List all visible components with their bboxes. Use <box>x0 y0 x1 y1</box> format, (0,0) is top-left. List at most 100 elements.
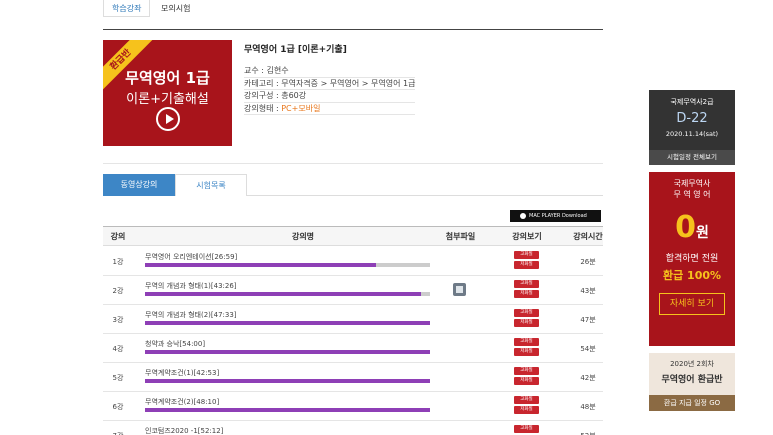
table-row: 6강 무역계약조건(2)[48:10] 고화질저화질 48분 <box>103 392 603 421</box>
table-row: 4강 청약과 승낙[54:00] 고화질저화질 54분 <box>103 334 603 363</box>
lecture-name[interactable]: 무역계약조건(2)[48:10] <box>145 397 219 407</box>
lecture-name[interactable]: 인코텀즈2020 -1[52:12] <box>145 426 223 435</box>
refund-won: 원 <box>695 225 709 241</box>
mac-player-download-button[interactable]: MAC PLAYER Download <box>510 210 601 222</box>
top-tabs: 학습강좌 모의시험 <box>103 0 603 30</box>
course-format-label: 강의형태 : <box>244 103 282 113</box>
play-icon[interactable] <box>156 107 180 131</box>
progress-fill <box>145 408 430 412</box>
view-lq-button[interactable]: 저화질 <box>514 377 539 385</box>
view-lq-button[interactable]: 저화질 <box>514 406 539 414</box>
exam-dday: D-22 <box>676 111 708 126</box>
lecture-name[interactable]: 무역계약조건(1)[42:53] <box>145 368 219 378</box>
tab-mock-exam[interactable]: 모의시험 <box>153 0 198 17</box>
header-duration: 강의시간 <box>573 232 603 241</box>
view-hq-button[interactable]: 고화질 <box>514 309 539 317</box>
apple-icon <box>520 212 526 219</box>
lecture-duration: 26분 <box>580 258 596 266</box>
refund-line3: 합격하면 전원 <box>665 254 719 264</box>
lecture-duration: 52분 <box>573 431 603 435</box>
table-row: 3강 무역의 개념과 형태(2)[47:33] 고화질저화질 47분 <box>103 305 603 334</box>
lecture-name[interactable]: 청약과 승낙[54:00] <box>145 339 205 349</box>
refund-detail-button[interactable]: 자세히 보기 <box>659 293 725 315</box>
lecture-duration: 43분 <box>580 287 596 295</box>
refund-schedule-button[interactable]: 환급 지급 일정 GO <box>649 395 735 411</box>
exam-dday-banner[interactable]: 국제무역사2급 D-22 2020.11.14(sat) 시험일정 전체보기 <box>649 90 735 165</box>
course-thumbnail[interactable]: 환급반 무역영어 1급 이론+기출해설 <box>103 40 232 146</box>
lecture-number: 7강 <box>103 431 133 435</box>
lecture-number: 6강 <box>112 403 124 411</box>
content-tabs: 동영상강의 시험목록 <box>103 174 603 196</box>
view-hq-button[interactable]: 고화질 <box>514 251 539 259</box>
refund-banner[interactable]: 국제무역사무 역 영 어 0원 합격하면 전원 환급 100% 자세히 보기 <box>649 172 735 346</box>
course-composition: 강의구성 : 총60강 <box>244 90 416 103</box>
view-lq-button[interactable]: 저화질 <box>514 319 539 327</box>
thumbnail-title: 무역영어 1급 <box>125 69 210 87</box>
view-hq-button[interactable]: 고화질 <box>514 396 539 404</box>
tab-video-lectures[interactable]: 동영상강의 <box>103 174 175 196</box>
lecture-name[interactable]: 무역의 개념과 형태(2)[47:33] <box>145 310 237 320</box>
progress-bar <box>145 263 430 267</box>
course-format: 강의형태 : PC+모바일 <box>244 103 416 115</box>
lecture-duration: 42분 <box>580 374 596 382</box>
tab-lectures[interactable]: 학습강좌 <box>103 0 151 17</box>
table-row: 1강 무역영어 오리엔테이션[26:59] 고화질저화질 26분 <box>103 247 603 276</box>
header-lecture-name: 강의명 <box>291 232 315 241</box>
tab-exam-list[interactable]: 시험목록 <box>175 174 247 196</box>
view-hq-button[interactable]: 고화질 <box>514 367 539 375</box>
thumbnail-subtitle: 이론+기출해설 <box>126 92 209 107</box>
lecture-name[interactable]: 무역영어 오리엔테이션[26:59] <box>145 252 237 262</box>
table-row: 5강 무역계약조건(1)[42:53] 고화질저화질 42분 <box>103 363 603 392</box>
table-header: 강의 강의명 첨부파일 강의보기 강의시간 <box>103 226 603 246</box>
progress-fill <box>145 321 430 325</box>
lecture-number: 5강 <box>112 374 124 382</box>
view-hq-button[interactable]: 고화질 <box>514 338 539 346</box>
course-info: 무역영어 1급 [이론+기출] 교수 : 김현수 카테고리 : 무역자격증 > … <box>244 42 416 115</box>
course-teacher: 교수 : 김현수 <box>244 65 416 78</box>
lecture-number: 4강 <box>112 345 124 353</box>
lecture-list: 1강 무역영어 오리엔테이션[26:59] 고화질 저화질 26분 2강 무역의 개념과 형… <box>103 247 603 435</box>
progress-bar <box>145 321 430 325</box>
refund-round-banner[interactable]: 2020년 2회차 무역영어 환급반 환급 지급 일정 GO <box>649 353 735 411</box>
course-category: 카테고리 : 무역자격증 > 무역영어 > 무역영어 1급 <box>244 78 416 90</box>
round-line1: 2020년 2회차 <box>670 360 714 368</box>
lecture-name[interactable]: 무역의 개념과 형태(1)[43:26] <box>145 281 237 291</box>
lecture-number: 3강 <box>112 316 124 324</box>
exam-schedule-link[interactable]: 시험일정 전체보기 <box>649 150 735 165</box>
refund-zero: 0 <box>675 210 696 245</box>
table-row: 7강인코텀즈2020 -1[52:12]고화질저화질52분 <box>103 421 603 435</box>
progress-fill <box>145 292 422 296</box>
progress-fill <box>145 350 430 354</box>
mac-button-label: MAC PLAYER Download <box>529 213 587 219</box>
table-row: 2강 무역의 개념과 형태(1)[43:26] 고화질저화질 43분 <box>103 276 603 305</box>
progress-fill <box>145 263 376 267</box>
progress-fill <box>145 379 430 383</box>
course-title: 무역영어 1급 [이론+기출] <box>244 45 347 55</box>
round-line2: 무역영어 환급반 <box>661 375 723 385</box>
progress-bar <box>145 292 430 296</box>
header-lecture: 강의 <box>110 232 126 241</box>
view-lq-button[interactable]: 저화질 <box>514 290 539 298</box>
lecture-duration: 54분 <box>580 345 596 353</box>
attachment-icon[interactable] <box>453 283 466 296</box>
view-lq-button[interactable]: 저화질 <box>514 348 539 356</box>
exam-date: 2020.11.14(sat) <box>665 130 719 138</box>
refund-line2: 무 역 영 어 <box>673 190 711 199</box>
progress-bar <box>145 379 430 383</box>
exam-title: 국제무역사2급 <box>670 98 714 106</box>
lecture-duration: 48분 <box>580 403 596 411</box>
progress-bar <box>145 408 430 412</box>
view-lq-button[interactable]: 저화질 <box>514 261 539 269</box>
progress-bar <box>145 350 430 354</box>
lecture-duration: 47분 <box>580 316 596 324</box>
refund-line1: 국제무역사 <box>673 179 711 188</box>
header-attachment: 첨부파일 <box>445 232 476 241</box>
divider <box>103 163 603 164</box>
header-view: 강의보기 <box>512 232 542 241</box>
lecture-number: 2강 <box>112 287 124 295</box>
view-hq-button[interactable]: 고화질 <box>514 280 539 288</box>
view-hq-button[interactable]: 고화질 <box>514 425 539 433</box>
lecture-number: 1강 <box>112 258 124 266</box>
refund-line4: 환급 100% <box>662 269 722 282</box>
course-format-value: PC+모바일 <box>281 103 321 113</box>
